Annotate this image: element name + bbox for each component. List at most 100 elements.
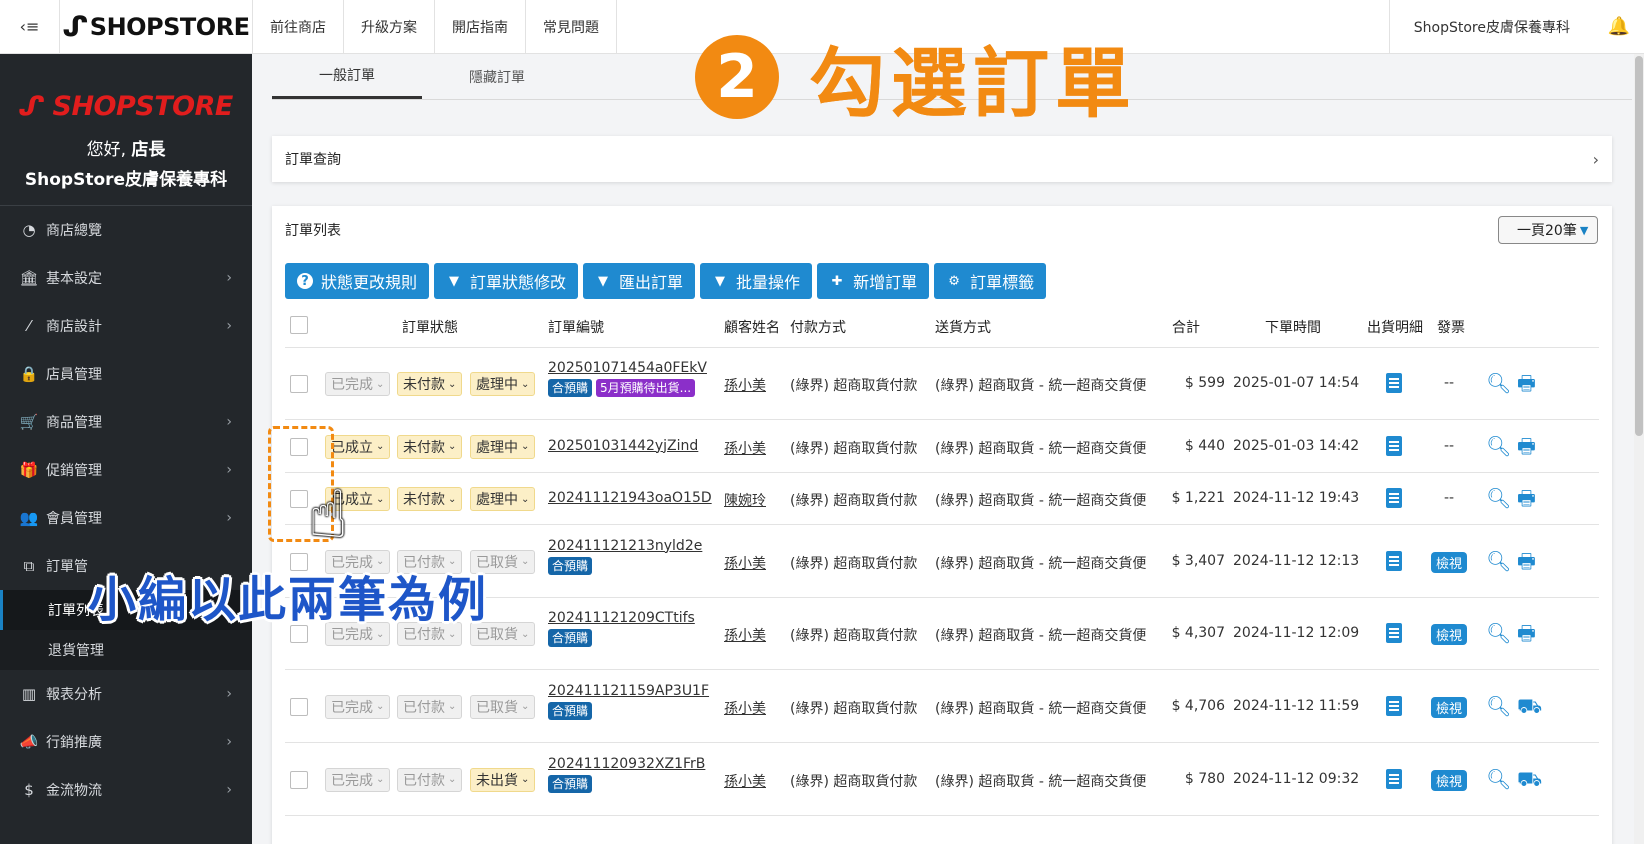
order-number-link[interactable]: 202501031442yjZind — [548, 438, 698, 454]
search-icon[interactable]: 🔍︎ — [1486, 436, 1511, 456]
status-select[interactable]: 未付款 ⌄ — [397, 434, 463, 459]
sidebar-item-4[interactable]: 🛒 商品管理 › — [0, 398, 252, 446]
status-select[interactable]: 已完成 ⌄ — [325, 694, 391, 719]
select-all-checkbox[interactable] — [290, 316, 308, 334]
status-select[interactable]: 未付款 ⌄ — [397, 487, 463, 511]
order-number-link[interactable]: 202411121159AP3U1F — [548, 683, 709, 699]
nav-visit-store[interactable]: 前往商店 — [253, 0, 344, 53]
status-select[interactable]: 未出貨 ⌄ — [470, 767, 536, 792]
status-select[interactable]: 處理中 ⌄ — [470, 372, 536, 396]
print-icon[interactable]: 🖶 — [1517, 623, 1536, 643]
header-order-no: 訂單編號 — [548, 320, 604, 336]
status-select[interactable]: 未付款 ⌄ — [397, 372, 463, 396]
status-select[interactable]: 已成立 ⌄ — [325, 434, 391, 459]
chevron-down-icon: ⌄ — [376, 493, 385, 505]
status-change-button[interactable]: ▼ 訂單狀態修改 — [434, 263, 579, 299]
status-select[interactable]: 處理中 ⌄ — [470, 434, 536, 459]
shipment-document-icon[interactable] — [1386, 373, 1402, 393]
order-total: $ 4,307 — [1171, 625, 1225, 641]
search-icon[interactable]: 🔍︎ — [1486, 551, 1511, 571]
print-icon[interactable]: 🖶 — [1517, 436, 1536, 456]
row-checkbox[interactable] — [290, 375, 308, 393]
shipment-document-icon[interactable] — [1386, 623, 1402, 643]
row-checkbox[interactable] — [290, 697, 308, 716]
search-icon[interactable]: 🔍︎ — [1486, 488, 1511, 508]
invoice-view-button[interactable]: 檢視 — [1431, 769, 1468, 791]
sidebar-item-after-1[interactable]: 📣 行銷推廣 › — [0, 718, 252, 766]
order-query-panel[interactable]: 訂單查詢 › — [272, 136, 1612, 182]
shipment-document-icon[interactable] — [1386, 695, 1402, 716]
sidebar-item-after-0[interactable]: ▥ 報表分析 › — [0, 670, 252, 718]
customer-name-link[interactable]: 孫小美 — [724, 625, 766, 645]
store-name-link[interactable]: ShopStore皮膚保養專科 — [1388, 0, 1594, 53]
search-icon[interactable]: 🔍︎ — [1486, 623, 1511, 643]
row-checkbox[interactable] — [290, 770, 308, 789]
sidebar-item-0[interactable]: ◔ 商店總覽 — [0, 206, 252, 254]
nav-store-guide[interactable]: 開店指南 — [435, 0, 526, 53]
order-number-link[interactable]: 202411121943oaO15D — [548, 490, 712, 506]
nav-faq[interactable]: 常見問題 — [526, 0, 617, 53]
tab-hidden-orders[interactable]: 隱藏訂單 — [422, 54, 572, 99]
customer-name-link[interactable]: 孫小美 — [724, 438, 766, 458]
scrollbar-thumb[interactable] — [1635, 56, 1643, 436]
order-tags-button[interactable]: ⚙ 訂單標籤 — [934, 263, 1047, 299]
hamburger-menu-icon[interactable]: ‹≡ — [0, 0, 60, 53]
status-select[interactable]: 已完成 ⌄ — [325, 372, 391, 396]
per-page-select[interactable]: 一頁20筆 ▼ — [1498, 216, 1598, 244]
tab-regular-orders[interactable]: 一般訂單 — [272, 54, 422, 99]
sidebar-item-5[interactable]: 🎁 促銷管理 › — [0, 446, 252, 494]
print-icon[interactable]: 🖶 — [1517, 551, 1536, 571]
customer-name-link[interactable]: 孫小美 — [724, 553, 766, 573]
header-status: 訂單狀態 — [402, 320, 458, 336]
batch-actions-button[interactable]: ▼ 批量操作 — [700, 263, 813, 299]
status-select[interactable]: 已取貨 ⌄ — [470, 694, 536, 719]
chevron-down-icon: ⌄ — [521, 701, 530, 712]
sidebar-item-after-2[interactable]: $ 金流物流 › — [0, 766, 252, 814]
invoice-view-button[interactable]: 檢視 — [1431, 696, 1468, 718]
invoice-view-button[interactable]: 檢視 — [1431, 624, 1468, 645]
shipment-document-icon[interactable] — [1386, 435, 1402, 456]
sidebar-subitem-returns[interactable]: 退貨管理 — [0, 630, 252, 670]
status-rules-button[interactable]: ? 狀態更改規則 — [285, 263, 430, 299]
customer-name-link[interactable]: 陳婉玲 — [724, 490, 766, 510]
top-logo[interactable]: ᔑ SHOPSTORE — [60, 0, 253, 53]
payment-method: (綠界) 超商取貨付款 — [790, 555, 918, 572]
search-icon[interactable]: 🔍︎ — [1486, 769, 1511, 789]
sidebar-item-6[interactable]: 👥 會員管理 › — [0, 494, 252, 542]
shipment-document-icon[interactable] — [1386, 768, 1402, 789]
shipment-document-icon[interactable] — [1386, 550, 1402, 571]
sidebar-item-1[interactable]: 🏛 基本設定 › — [0, 254, 252, 302]
gift-icon: 🎁 — [19, 461, 39, 479]
export-orders-button[interactable]: ▼ 匯出訂單 — [583, 263, 696, 299]
customer-name-link[interactable]: 孫小美 — [724, 698, 766, 718]
status-value: 已完成 — [331, 699, 373, 716]
search-icon[interactable]: 🔍︎ — [1486, 696, 1511, 716]
print-icon[interactable]: 🖶 — [1517, 373, 1536, 393]
order-tag-badge[interactable]: 5月預購待出貨... — [596, 379, 696, 397]
add-order-button[interactable]: ✚ 新增訂單 — [817, 263, 930, 299]
users-icon: 👥 — [19, 509, 39, 527]
sidebar-item-2[interactable]: ⁄ 商店設計 › — [0, 302, 252, 350]
order-number-link[interactable]: 202411121213nyld2e — [548, 538, 702, 554]
shipping-method: (綠界) 超商取貨 - 統一超商交貨便 — [935, 440, 1147, 457]
nav-upgrade-plan[interactable]: 升級方案 — [344, 0, 435, 53]
invoice-view-button[interactable]: 檢視 — [1431, 551, 1468, 573]
status-select[interactable]: 處理中 ⌄ — [470, 487, 536, 511]
bell-icon[interactable]: 🔔 — [1594, 0, 1644, 53]
shipment-document-icon[interactable] — [1386, 488, 1402, 508]
order-number-link[interactable]: 202411121209CTtifs — [548, 610, 695, 626]
status-select[interactable]: 已完成 ⌄ — [325, 767, 391, 792]
chevron-down-icon: ⌄ — [376, 774, 385, 785]
status-select[interactable]: 已付款 ⌄ — [397, 694, 463, 719]
search-icon[interactable]: 🔍︎ — [1486, 373, 1511, 393]
order-number-link[interactable]: 202411120932XZ1FrB — [548, 756, 705, 772]
order-cell: 202411121159AP3U1F 合預購 — [548, 683, 709, 720]
sidebar-item-3[interactable]: 🔒 店員管理 — [0, 350, 252, 398]
customer-name-link[interactable]: 孫小美 — [724, 375, 766, 395]
status-select[interactable]: 已付款 ⌄ — [397, 767, 463, 792]
customer-name-link[interactable]: 孫小美 — [724, 771, 766, 791]
truck-icon[interactable]: ⛟ — [1517, 696, 1542, 716]
truck-icon[interactable]: ⛟ — [1517, 769, 1542, 789]
order-number-link[interactable]: 202501071454a0FEkV — [548, 360, 707, 376]
print-icon[interactable]: 🖶 — [1517, 488, 1536, 508]
